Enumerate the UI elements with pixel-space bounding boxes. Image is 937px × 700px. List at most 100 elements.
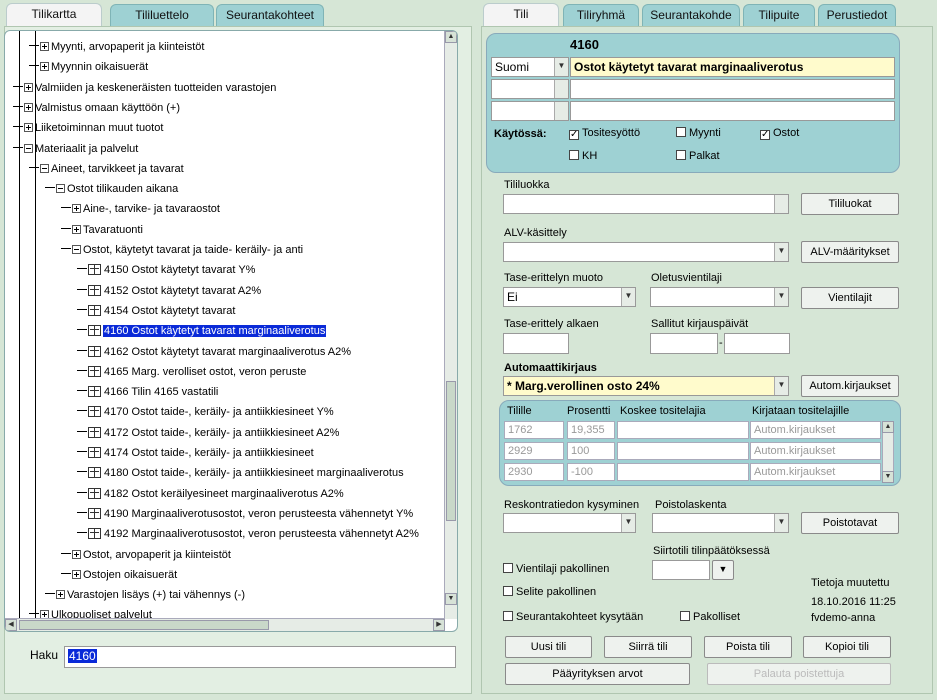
tree-group-node[interactable]: Myynnin oikaisuerät [29, 59, 149, 76]
tree-group-node[interactable]: Myynti, arvopaperit ja kiinteistöt [29, 39, 205, 56]
expand-icon[interactable] [40, 42, 49, 51]
siirra-tili-button[interactable]: Siirrä tili [604, 636, 692, 658]
search-input[interactable]: 4160 [64, 646, 456, 668]
checkbox-tositesyotto[interactable]: ✓ Tositesyöttö [569, 127, 640, 140]
scroll-left-icon[interactable]: ◀ [5, 619, 17, 631]
auto-table-cell[interactable]: -100 [567, 463, 615, 481]
sallitut-to-input[interactable] [724, 333, 790, 354]
chevron-down-icon[interactable]: ▼ [621, 288, 635, 306]
chevron-down-icon[interactable]: ▼ [774, 514, 788, 532]
language-select[interactable]: Suomi ▼ [491, 57, 569, 77]
checkbox-selite-pakollinen[interactable]: Selite pakollinen [503, 586, 596, 598]
tree-group-node[interactable]: Varastojen lisäys (+) tai vähennys (-) [45, 587, 246, 604]
poistotavat-button[interactable]: Poistotavat [801, 512, 899, 534]
tree-vertical-scrollbar[interactable]: ▲ ▼ [444, 31, 457, 619]
tree-group-node[interactable]: Ostot, käytetyt tavarat ja taide- keräil… [61, 242, 304, 259]
tree-account-node[interactable]: 4166 Tilin 4165 vastatili [77, 384, 219, 401]
autom-kirjaukset-button[interactable]: Autom.kirjaukset [801, 375, 899, 397]
paayrityksen-arvot-button[interactable]: Pääyrityksen arvot [505, 663, 690, 685]
chevron-down-icon[interactable] [554, 102, 568, 120]
tree-group-node[interactable]: Liiketoiminnan muut tuotot [13, 120, 164, 137]
check-icon[interactable] [676, 127, 686, 137]
tree-account-node[interactable]: 4174 Ostot taide-, keräily- ja antiikkie… [77, 445, 315, 462]
auto-table-cell[interactable]: 2930 [504, 463, 564, 481]
collapse-icon[interactable] [56, 184, 65, 194]
expand-icon[interactable] [72, 204, 81, 214]
account-name-field-2[interactable] [570, 79, 895, 99]
checkbox-pakolliset[interactable]: Pakolliset [680, 611, 740, 623]
auto-table-cell[interactable] [617, 421, 749, 439]
uusi-tili-button[interactable]: Uusi tili [505, 636, 592, 658]
tree-account-node[interactable]: 4192 Marginaaliverotusostot, veron perus… [77, 526, 420, 543]
tree-group-node[interactable]: Ostot tilikauden aikana [45, 181, 179, 198]
collapse-icon[interactable] [24, 143, 33, 153]
tree-group-node[interactable]: Aine-, tarvike- ja tavaraostot [61, 201, 221, 218]
tree-account-node[interactable]: 4190 Marginaaliverotusostot, veron perus… [77, 506, 414, 523]
check-icon[interactable] [676, 150, 686, 160]
collapse-icon[interactable] [72, 245, 81, 254]
kopioi-tili-button[interactable]: Kopioi tili [803, 636, 891, 658]
auto-table-scrollbar[interactable]: ▲ ▼ [882, 421, 894, 483]
language-select-2[interactable] [491, 79, 569, 99]
tree-account-node[interactable]: 4165 Marg. verolliset ostot, veron perus… [77, 364, 307, 381]
tab-seurantakohde[interactable]: Seurantakohde [642, 4, 740, 26]
expand-icon[interactable] [24, 123, 33, 133]
checkbox-vientilaji-pakollinen[interactable]: Vientilaji pakollinen [503, 563, 609, 575]
hscroll-thumb[interactable] [19, 620, 269, 630]
tree-group-node[interactable]: Aineet, tarvikkeet ja tavarat [29, 161, 185, 178]
chevron-down-icon[interactable]: ▼ [554, 58, 568, 76]
tree-account-node[interactable]: 4172 Ostot taide-, keräily- ja antiikkie… [77, 425, 340, 442]
checkbox-seurantakohteet[interactable]: Seurantakohteet kysytään [503, 611, 643, 623]
chevron-down-icon[interactable]: ▼ [774, 243, 788, 261]
expand-icon[interactable] [72, 569, 81, 579]
tab-tiliryhma[interactable]: Tiliryhmä [563, 4, 639, 26]
scroll-thumb[interactable] [446, 381, 456, 521]
tree-account-node[interactable]: 4150 Ostot käytetyt tavarat Y% [77, 262, 256, 279]
vientilajit-button[interactable]: Vientilajit [801, 287, 899, 309]
chevron-down-icon[interactable]: ▼ [621, 514, 635, 532]
scroll-up-icon[interactable]: ▲ [445, 31, 457, 43]
alv-maaritykset-button[interactable]: ALV-määritykset [801, 241, 899, 263]
chevron-down-icon[interactable]: ▼ [774, 377, 788, 395]
chevron-down-icon[interactable]: ▼ [774, 288, 788, 306]
automaattikirjaus-select[interactable]: * Marg.verollinen osto 24% ▼ [503, 376, 789, 396]
check-icon[interactable]: ✓ [760, 130, 770, 140]
scroll-right-icon[interactable]: ▶ [433, 619, 445, 631]
collapse-icon[interactable] [40, 163, 49, 173]
poistolaskenta-select[interactable]: ▼ [652, 513, 789, 533]
expand-icon[interactable] [40, 62, 49, 72]
tab-tilipuite[interactable]: Tilipuite [743, 4, 815, 26]
auto-table-cell[interactable] [617, 442, 749, 460]
tree-account-node[interactable]: 4154 Ostot käytetyt tavarat [77, 303, 236, 320]
expand-icon[interactable] [24, 82, 33, 92]
check-icon[interactable] [503, 586, 513, 596]
sallitut-from-input[interactable] [650, 333, 718, 354]
auto-table-cell[interactable]: Autom.kirjaukset [750, 442, 881, 460]
checkbox-kh[interactable]: KH [569, 150, 597, 162]
check-icon[interactable]: ✓ [569, 130, 579, 140]
language-select-3[interactable] [491, 101, 569, 121]
tree-horizontal-scrollbar[interactable]: ◀ ▶ [5, 618, 445, 631]
tab-seurantakohteet[interactable]: Seurantakohteet [216, 4, 324, 26]
tililuokat-button[interactable]: Tililuokat [801, 193, 899, 215]
checkbox-palkat[interactable]: Palkat [676, 150, 720, 162]
scroll-up-icon[interactable]: ▲ [882, 421, 894, 433]
auto-table-cell[interactable]: Autom.kirjaukset [750, 463, 881, 481]
scroll-down-icon[interactable]: ▼ [882, 471, 894, 483]
tree-group-node[interactable]: Materiaalit ja palvelut [13, 141, 139, 158]
expand-icon[interactable] [24, 102, 33, 112]
tree-account-node[interactable]: 4170 Ostot taide-, keräily- ja antiikkie… [77, 404, 335, 421]
tililuokka-select[interactable] [503, 194, 789, 214]
checkbox-ostot[interactable]: ✓ Ostot [760, 127, 799, 140]
auto-table-cell[interactable]: Autom.kirjaukset [750, 421, 881, 439]
tree-account-node[interactable]: 4180 Ostot taide-, keräily- ja antiikkie… [77, 465, 405, 482]
oletusvientilaji-select[interactable]: ▼ [650, 287, 789, 307]
tase-alkaen-input[interactable] [503, 333, 569, 354]
account-tree[interactable]: Myynti, arvopaperit ja kiinteistöt Myynni… [4, 30, 458, 632]
checkbox-myynti[interactable]: Myynti [676, 127, 721, 139]
auto-table-cell[interactable]: 19,355 [567, 421, 615, 439]
siirtotili-lookup-icon[interactable]: ▼ [712, 560, 734, 580]
tree-group-node[interactable]: Ostot, arvopaperit ja kiinteistöt [61, 547, 232, 564]
tab-perustiedot[interactable]: Perustiedot [818, 4, 896, 26]
chevron-down-icon[interactable] [554, 80, 568, 98]
